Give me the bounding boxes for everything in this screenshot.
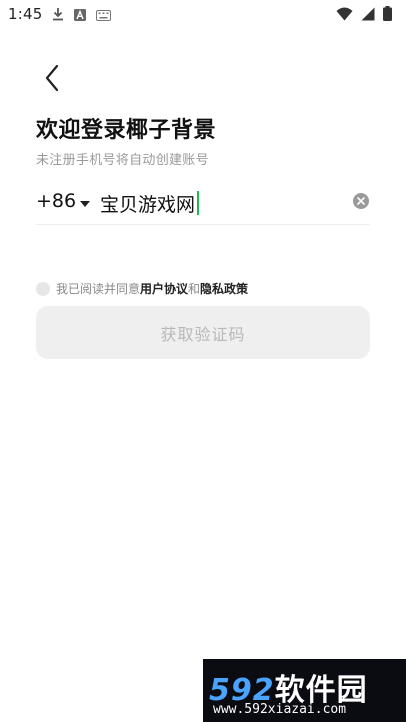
agreement-row: 我已阅读并同意 用户协议 和 隐私政策 xyxy=(36,280,248,297)
phone-input-value: 宝贝游戏网 xyxy=(100,193,196,216)
watermark: 592软件园 www.592xiazai.com xyxy=(203,659,406,722)
country-code-label: +86 xyxy=(36,190,77,212)
phone-row: +86 宝贝游戏网 xyxy=(36,182,370,225)
clear-circle-icon xyxy=(353,193,369,213)
agreement-and: 和 xyxy=(188,282,201,296)
wifi-icon xyxy=(336,6,353,25)
status-bar: 1:45 xyxy=(0,0,406,28)
country-code-selector[interactable]: +86 xyxy=(36,190,91,212)
text-cursor xyxy=(197,191,200,215)
page-title: 欢迎登录椰子背景 xyxy=(36,118,217,143)
download-icon xyxy=(52,6,64,25)
status-icons-right xyxy=(336,6,392,25)
phone-input[interactable]: 宝贝游戏网 xyxy=(100,188,340,218)
battery-icon xyxy=(383,6,392,25)
watermark-url: www.592xiazai.com xyxy=(213,702,347,717)
status-icons-left xyxy=(52,6,111,25)
back-button[interactable] xyxy=(36,62,68,98)
agreement-prefix: 我已阅读并同意 xyxy=(56,282,141,296)
keyboard-icon xyxy=(96,6,111,25)
agreement-checkbox[interactable] xyxy=(36,281,50,296)
clear-input-button[interactable] xyxy=(352,193,370,213)
page-subtitle: 未注册手机号将自动创建账号 xyxy=(36,153,209,168)
status-time: 1:45 xyxy=(8,5,43,23)
font-a-icon xyxy=(74,6,86,25)
signal-icon xyxy=(361,6,375,25)
privacy-policy-link[interactable]: 隐私政策 xyxy=(200,280,248,297)
get-code-button[interactable]: 获取验证码 xyxy=(36,306,370,359)
user-agreement-link[interactable]: 用户协议 xyxy=(140,280,188,297)
chevron-left-icon xyxy=(44,64,60,96)
caret-down-icon xyxy=(80,190,91,212)
